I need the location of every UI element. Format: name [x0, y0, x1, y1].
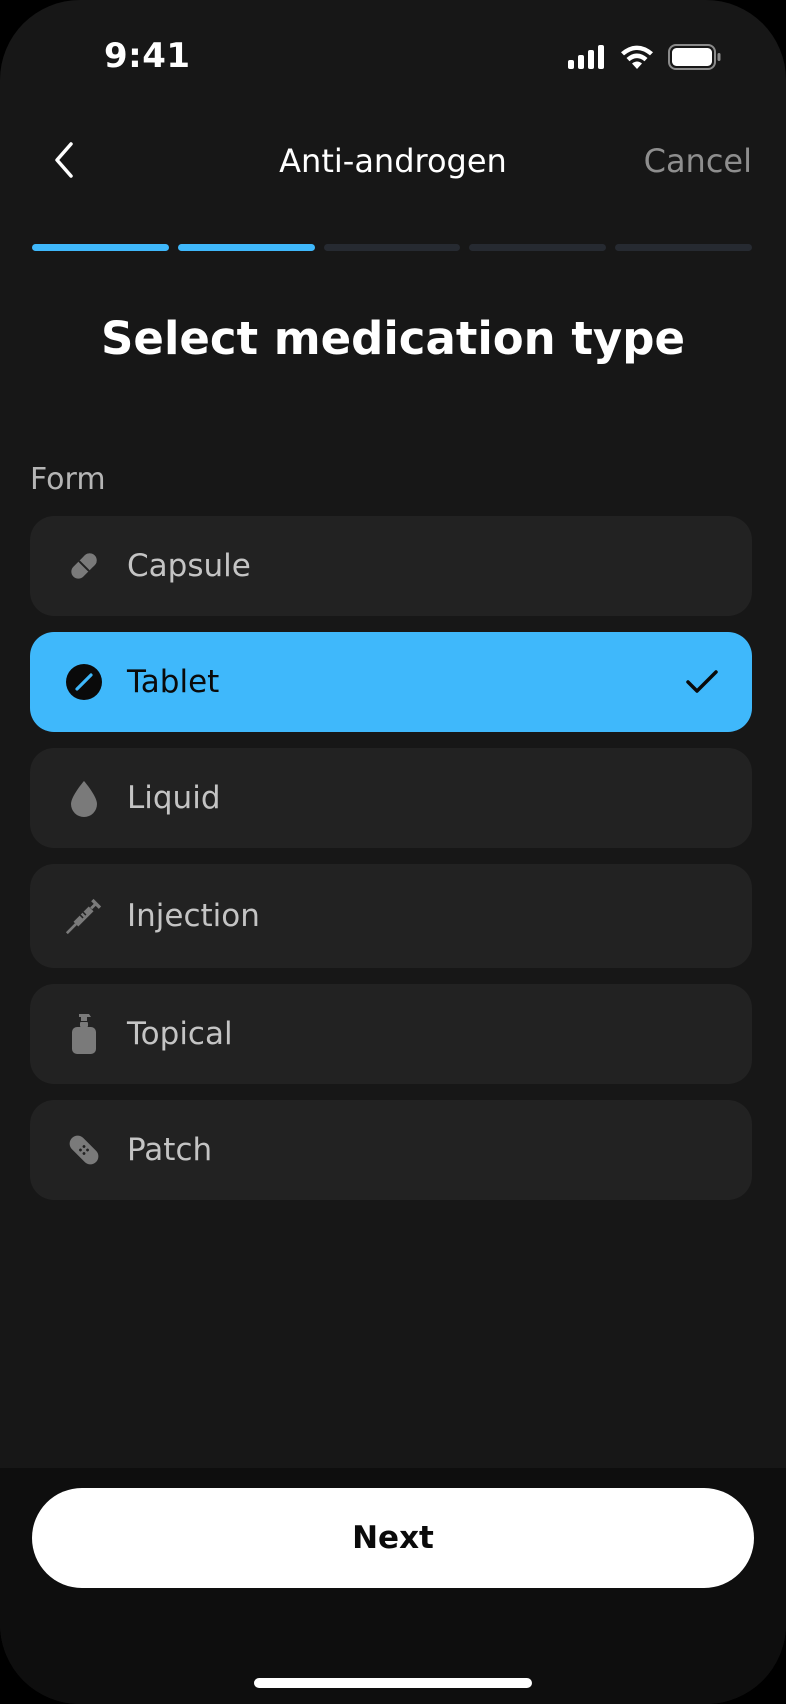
- status-icons: [568, 44, 722, 74]
- step-progress: [32, 244, 752, 251]
- option-injection[interactable]: Injection: [30, 864, 752, 968]
- battery-icon: [668, 44, 722, 74]
- pump-bottle-icon: [64, 1014, 104, 1054]
- form-section-label: Form: [30, 462, 106, 497]
- navigation-bar: Anti-androgen Cancel: [0, 130, 786, 200]
- progress-step: [615, 244, 752, 251]
- page-title: Select medication type: [101, 312, 685, 365]
- bandage-icon: [64, 1130, 104, 1170]
- checkmark-icon: [684, 664, 720, 700]
- option-capsule[interactable]: Capsule: [30, 516, 752, 616]
- option-liquid[interactable]: Liquid: [30, 748, 752, 848]
- progress-step: [32, 244, 169, 251]
- wifi-icon: [620, 45, 654, 74]
- option-patch[interactable]: Patch: [30, 1100, 752, 1200]
- option-tablet[interactable]: Tablet: [30, 632, 752, 732]
- phone-screen: 9:41 Anti-androgen Cancel Select medicat…: [0, 0, 786, 1704]
- tablet-icon: [64, 662, 104, 702]
- droplet-icon: [64, 778, 104, 818]
- bottom-bar: Next: [0, 1468, 786, 1704]
- progress-step: [323, 244, 461, 251]
- status-time: 9:41: [104, 36, 191, 76]
- progress-step: [469, 244, 607, 251]
- capsule-icon: [64, 546, 104, 586]
- home-indicator: [254, 1678, 532, 1688]
- option-topical[interactable]: Topical: [30, 984, 752, 1084]
- cellular-signal-icon: [568, 45, 606, 73]
- option-label: Liquid: [127, 780, 221, 816]
- option-label: Patch: [127, 1132, 213, 1168]
- next-button[interactable]: Next: [32, 1488, 754, 1588]
- progress-step: [177, 244, 315, 251]
- option-label: Topical: [127, 1016, 233, 1052]
- option-label: Capsule: [127, 548, 251, 584]
- option-label: Injection: [127, 898, 260, 934]
- status-bar: 9:41: [0, 0, 786, 120]
- syringe-icon: [64, 896, 104, 936]
- option-label: Tablet: [127, 664, 220, 700]
- cancel-button[interactable]: Cancel: [644, 142, 752, 180]
